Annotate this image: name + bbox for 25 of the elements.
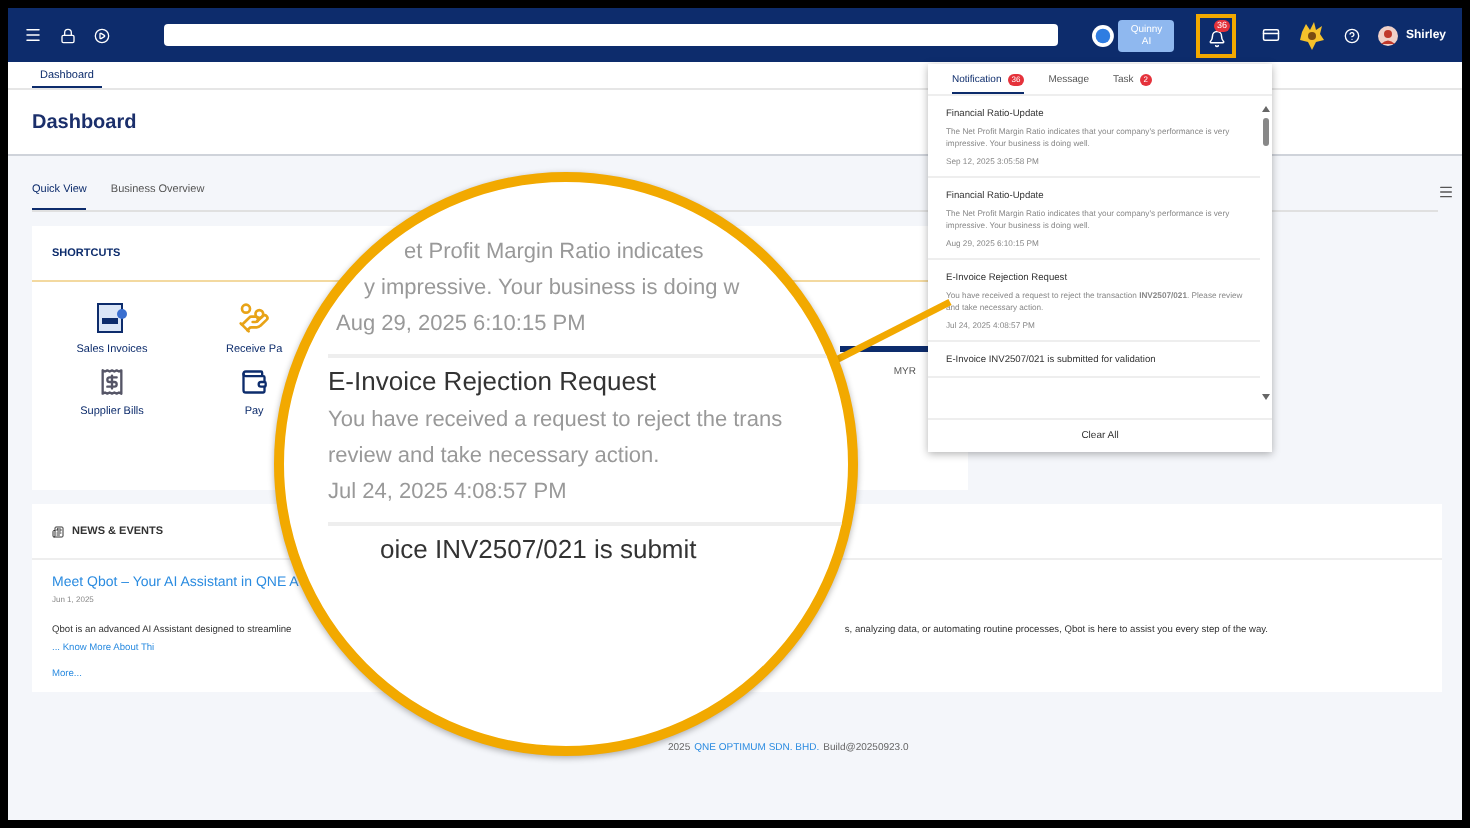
avatar-icon xyxy=(1378,25,1398,45)
ai-avatar-icon xyxy=(1092,23,1115,47)
magnified-time: Aug 29, 2025 6:10:15 PM xyxy=(334,312,588,336)
magnified-title: E-Invoice Rejection Request xyxy=(328,366,659,396)
menu-icon[interactable] xyxy=(1438,184,1454,200)
newspaper-icon xyxy=(52,525,64,537)
bell-icon xyxy=(1207,30,1226,48)
help-icon[interactable] xyxy=(1344,27,1360,43)
receipt-icon xyxy=(97,368,126,396)
menu-icon[interactable] xyxy=(24,26,42,44)
magnified-text: You have received a request to reject the trans xyxy=(328,408,785,432)
magnified-text: et Profit Margin Ratio indicates xyxy=(402,240,706,264)
magnified-title: oice INV2507/021 is submit xyxy=(378,534,699,564)
wallet-icon xyxy=(240,368,269,396)
invoice-icon xyxy=(96,302,128,334)
search-field[interactable] xyxy=(164,24,1059,46)
card-icon[interactable] xyxy=(1262,26,1280,44)
magnified-time: Jul 24, 2025 4:08:57 PM xyxy=(328,480,569,504)
page-title: Dashboard xyxy=(32,111,137,133)
play-icon[interactable] xyxy=(94,27,110,43)
magnified-text: review and take necessary action. xyxy=(328,444,662,468)
hand-coin-icon xyxy=(238,302,271,334)
lock-icon[interactable] xyxy=(60,27,76,43)
scrollbar[interactable] xyxy=(1260,104,1272,404)
magnified-text: y impressive. Your business is doing w xyxy=(362,276,742,300)
